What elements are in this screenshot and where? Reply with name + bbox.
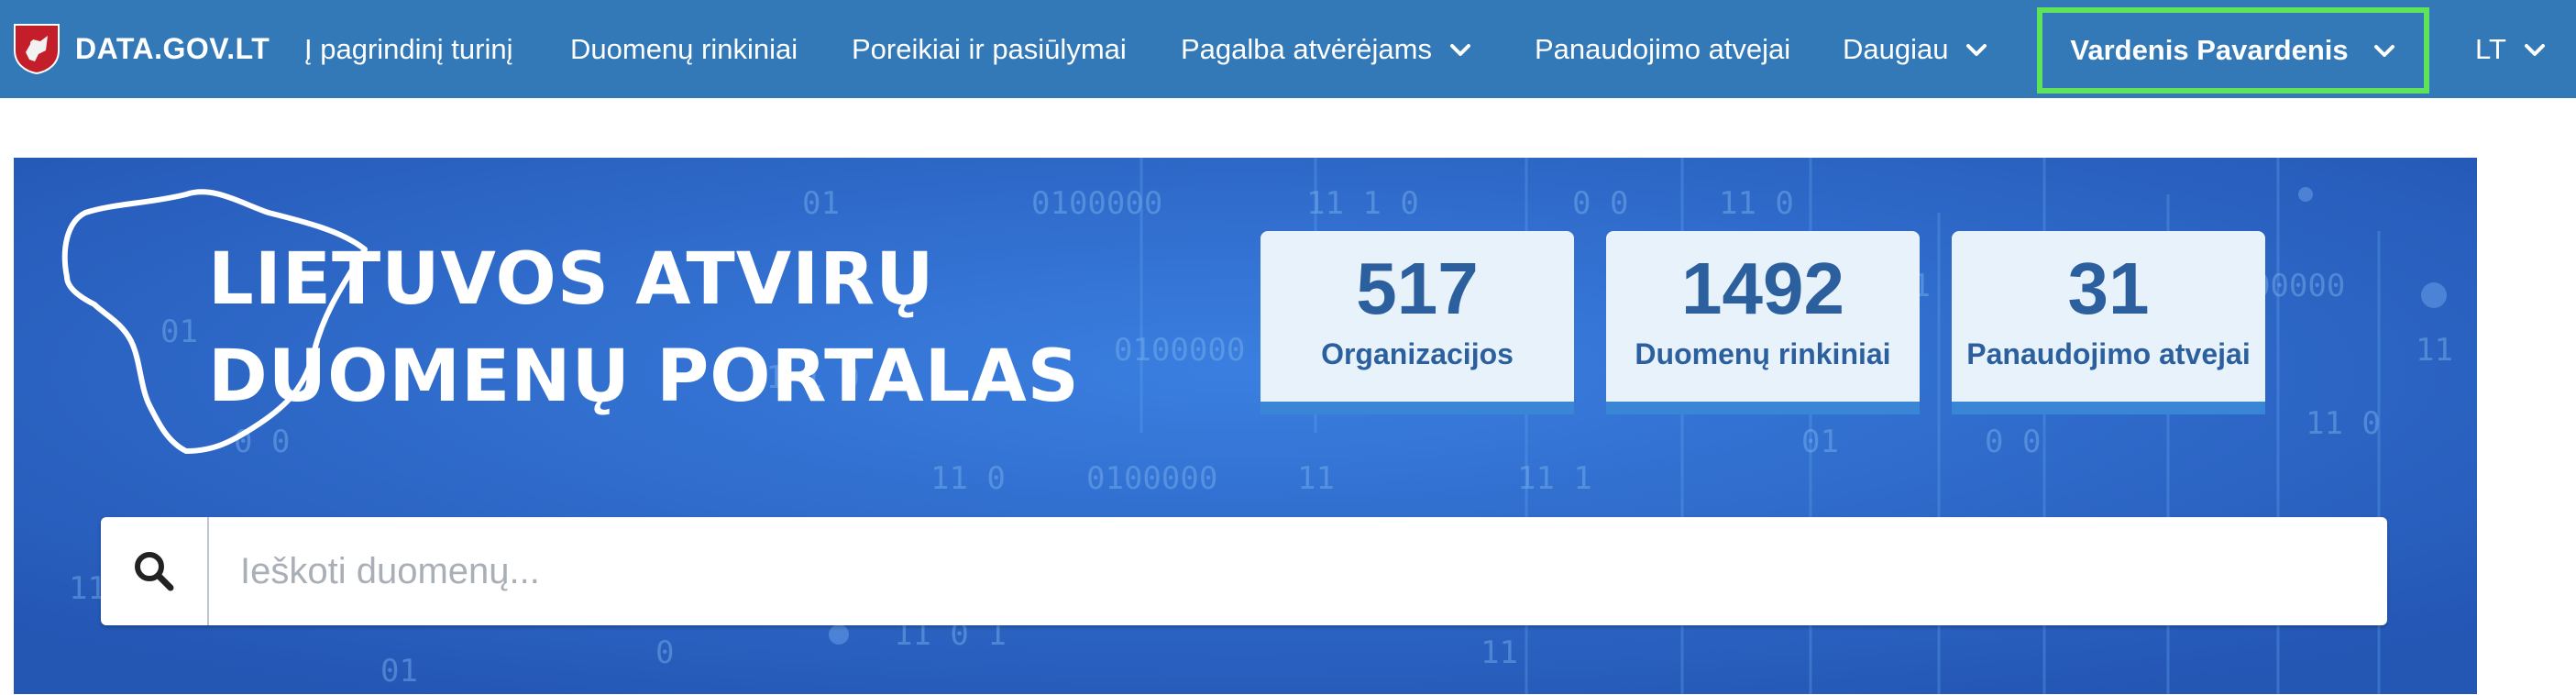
nav-label: Panaudojimo atvejai — [1535, 32, 1791, 65]
stat-label: Panaudojimo atvejai — [1966, 337, 2251, 370]
nav-label: Pagalba atvėrėjams — [1181, 32, 1432, 65]
binary-digits: 0100000 — [1114, 332, 1246, 369]
binary-digits: 11 — [1481, 634, 1518, 671]
brand-link[interactable]: DATA.GOV.LT — [13, 20, 270, 77]
chevron-down-icon — [1966, 43, 1987, 56]
search-icon — [135, 552, 174, 591]
stat-card-use-cases[interactable]: 31 Panaudojimo atvejai — [1952, 231, 2265, 414]
binary-digits: 0100000 — [1086, 460, 1218, 497]
nav-publisher-help[interactable]: Pagalba atvėrėjams — [1181, 0, 1472, 98]
chevron-down-icon — [2524, 43, 2545, 56]
search-input[interactable] — [209, 517, 2387, 625]
binary-digits: 0 — [655, 634, 675, 671]
binary-digits: 11 0 — [1719, 185, 1794, 222]
nav-requests-suggestions[interactable]: Poreikiai ir pasiūlymai — [852, 0, 1127, 98]
stat-card-organizations[interactable]: 517 Organizacijos — [1260, 231, 1574, 414]
nav-label: Daugiau — [1843, 32, 1949, 65]
coat-of-arms-logo — [14, 24, 60, 74]
nav-label: Į pagrindinį turinį — [304, 32, 513, 65]
binary-digits: 11 1 0 — [1306, 185, 1419, 222]
stat-label: Organizacijos — [1321, 337, 1514, 370]
stat-label: Duomenų rinkiniai — [1635, 337, 1891, 370]
binary-digits: 0 0 — [1572, 185, 1629, 222]
user-menu-button[interactable]: Vardenis Pavardenis — [2037, 7, 2429, 94]
nav-more[interactable]: Daugiau — [1843, 0, 1988, 98]
chevron-down-icon — [2373, 45, 2394, 57]
binary-digits: 01 — [380, 653, 418, 689]
binary-digits: 0 0 — [1985, 424, 2042, 460]
stat-value: 1492 — [1681, 248, 1844, 329]
hero-title-line-1: LIETUVOS ATVIRŲ — [208, 238, 935, 321]
chevron-down-icon — [1450, 43, 1470, 56]
search-button[interactable] — [101, 517, 209, 625]
nav-datasets[interactable]: Duomenų rinkiniai — [570, 0, 798, 98]
binary-digits: 11 — [2416, 332, 2453, 369]
language-selector[interactable]: LT — [2475, 0, 2547, 98]
nav-label: Duomenų rinkiniai — [570, 32, 798, 65]
nav-skip-to-content[interactable]: Į pagrindinį turinį — [304, 0, 512, 98]
hero-title: LIETUVOS ATVIRŲ DUOMENŲ PORTALAS — [208, 231, 1080, 425]
binary-digits: 11 — [1297, 460, 1335, 497]
hero-title-line-2: DUOMENŲ PORTALAS — [208, 336, 1080, 418]
nav-label: Poreikiai ir pasiūlymai — [852, 32, 1127, 65]
stat-value: 517 — [1356, 248, 1479, 329]
binary-digits: 11 1 — [1517, 460, 1592, 497]
binary-digits: 01 — [1801, 424, 1839, 460]
top-navbar: DATA.GOV.LT Į pagrindinį turinį Duomenų … — [0, 0, 2576, 98]
binary-digits: 0100000 — [1031, 185, 1163, 222]
hero-banner: 01 0100000 11 1 0 0 0 11 0 01 0100000 11 1 0 0 0… — [14, 158, 2477, 694]
nav-use-cases[interactable]: Panaudojimo atvejai — [1535, 0, 1790, 98]
brand-name: DATA.GOV.LT — [75, 31, 270, 65]
user-name: Vardenis Pavardenis — [2070, 34, 2349, 66]
binary-digits: 01 — [802, 185, 840, 222]
binary-digits: 11 0 — [2306, 405, 2381, 442]
search-bar — [101, 517, 2387, 625]
language-label: LT — [2475, 32, 2506, 65]
stat-value: 31 — [2067, 248, 2150, 329]
stat-card-datasets[interactable]: 1492 Duomenų rinkiniai — [1606, 231, 1920, 414]
binary-digits: 11 0 — [930, 460, 1006, 497]
